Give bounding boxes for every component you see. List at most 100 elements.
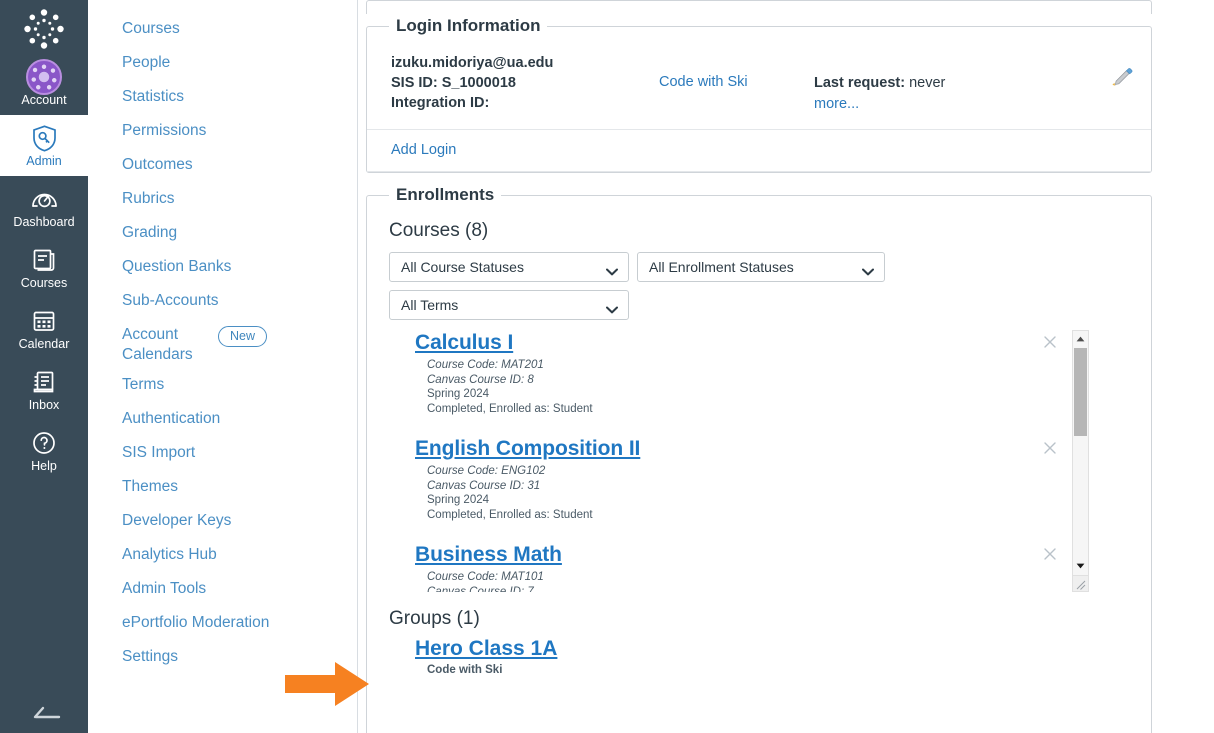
- pencil-icon[interactable]: [1111, 67, 1133, 94]
- global-nav-label-dashboard: Dashboard: [13, 215, 75, 229]
- add-login-row: Add Login: [367, 130, 1151, 172]
- canvas-logo[interactable]: [19, 4, 69, 54]
- course-enrollment-item: English Composition II Course Code: ENG1…: [389, 436, 1066, 542]
- global-nav-label-calendar: Calendar: [18, 337, 70, 351]
- scrollbar-thumb[interactable]: [1074, 348, 1087, 436]
- course-enrollment-item: Calculus I Course Code: MAT201 Canvas Co…: [389, 330, 1066, 436]
- canvas-course-id: Canvas Course ID: 7: [427, 585, 534, 593]
- enrollments-legend: Enrollments: [389, 185, 502, 205]
- global-nav-item-courses[interactable]: Courses: [0, 237, 88, 298]
- login-row: izuku.midoriya@ua.edu SIS ID: S_1000018 …: [367, 41, 1151, 130]
- login-information-section: Login Information izuku.midoriya@ua.edu …: [366, 16, 1152, 173]
- chevron-down-icon: [606, 301, 618, 314]
- canvas-course-id: Canvas Course ID: 8: [427, 373, 534, 386]
- acct-nav-item-courses[interactable]: Courses: [88, 12, 357, 46]
- courses-heading: Courses (8): [389, 220, 489, 241]
- enrollment-status-value: All Enrollment Statuses: [649, 259, 794, 275]
- acct-nav-item-question-banks[interactable]: Question Banks: [88, 250, 357, 284]
- remove-enrollment-icon[interactable]: [1042, 440, 1058, 456]
- group-enrollment-item: Hero Class 1A Code with Ski: [367, 636, 1151, 676]
- course-term: Spring 2024: [427, 494, 490, 506]
- global-nav-item-inbox[interactable]: Inbox: [0, 359, 88, 420]
- group-title-link[interactable]: Hero Class 1A: [415, 637, 557, 660]
- acct-nav-item-developer-keys[interactable]: Developer Keys: [88, 504, 357, 538]
- collapse-nav-button[interactable]: [0, 697, 88, 731]
- enrollments-section: Enrollments Courses (8) All Course Statu…: [366, 185, 1152, 733]
- login-last-request-cell: Last request: never more...: [814, 53, 1089, 115]
- login-email: izuku.midoriya@ua.edu: [391, 55, 554, 71]
- global-nav-label-courses: Courses: [20, 276, 68, 290]
- course-title-link[interactable]: English Composition II: [415, 437, 640, 460]
- global-nav-item-calendar[interactable]: Calendar: [0, 298, 88, 359]
- last-request-label: Last request:: [814, 75, 906, 91]
- acct-nav-label: Permissions: [122, 122, 207, 139]
- course-status-select[interactable]: All Course Statuses: [389, 252, 629, 282]
- acct-nav-item-sub-accounts[interactable]: Sub-Accounts: [88, 284, 357, 318]
- course-status: Completed, Enrolled as: Student: [427, 508, 593, 521]
- acct-nav-item-rubrics[interactable]: Rubrics: [88, 182, 357, 216]
- course-enrollment-item: Business Math Course Code: MAT101 Canvas…: [389, 542, 1066, 592]
- last-request-value: never: [909, 75, 946, 91]
- inbox-icon: [32, 368, 56, 396]
- acct-nav-label: Account Calendars: [122, 326, 193, 363]
- user-details-fieldset-partial: [366, 0, 1152, 14]
- acct-nav-item-statistics[interactable]: Statistics: [88, 80, 357, 114]
- acct-nav-item-account-calendars[interactable]: Account Calendars New: [88, 318, 357, 368]
- acct-nav-label: Courses: [122, 20, 180, 37]
- acct-nav-item-settings[interactable]: Settings: [88, 640, 357, 674]
- last-request-more-link[interactable]: more...: [814, 96, 859, 112]
- course-title-link[interactable]: Calculus I: [415, 331, 513, 354]
- global-nav-item-help[interactable]: Help: [0, 420, 88, 481]
- scroll-up-icon[interactable]: [1073, 331, 1088, 346]
- acct-nav-item-sis-import[interactable]: SIS Import: [88, 436, 357, 470]
- acct-nav-item-people[interactable]: People: [88, 46, 357, 80]
- new-badge: New: [218, 326, 268, 347]
- login-information-legend: Login Information: [389, 16, 548, 36]
- acct-nav-label: Statistics: [122, 88, 185, 105]
- course-details: Course Code: MAT201 Canvas Course ID: 8 …: [415, 356, 1066, 416]
- acct-nav-item-themes[interactable]: Themes: [88, 470, 357, 504]
- course-status: Completed, Enrolled as: Student: [427, 402, 593, 415]
- acct-nav-item-terms[interactable]: Terms: [88, 368, 357, 402]
- course-title-link[interactable]: Business Math: [415, 543, 562, 566]
- course-status-value: All Course Statuses: [401, 259, 524, 275]
- login-account-link[interactable]: Code with Ski: [659, 74, 748, 90]
- acct-nav-label: Admin Tools: [122, 580, 207, 597]
- acct-nav-item-grading[interactable]: Grading: [88, 216, 357, 250]
- enrollment-status-select[interactable]: All Enrollment Statuses: [637, 252, 885, 282]
- groups-heading: Groups (1): [389, 608, 480, 629]
- acct-nav-label: SIS Import: [122, 444, 196, 461]
- acct-nav-label: Terms: [122, 376, 165, 393]
- acct-nav-label: Settings: [122, 648, 179, 665]
- global-nav-item-account[interactable]: Account: [0, 54, 88, 115]
- remove-enrollment-icon[interactable]: [1042, 334, 1058, 350]
- resize-handle[interactable]: [1073, 575, 1088, 591]
- login-integration-id: Integration ID:: [391, 95, 490, 111]
- acct-nav-item-admin-tools[interactable]: Admin Tools: [88, 572, 357, 606]
- acct-nav-label: Sub-Accounts: [122, 292, 219, 309]
- acct-nav-label: Analytics Hub: [122, 546, 217, 563]
- page-root: Account Admin Dashboard Courses Calendar…: [0, 0, 1214, 733]
- canvas-course-id: Canvas Course ID: 31: [427, 479, 541, 492]
- course-term: Spring 2024: [427, 388, 490, 400]
- remove-enrollment-icon[interactable]: [1042, 546, 1058, 562]
- acct-nav-item-analytics-hub[interactable]: Analytics Hub: [88, 538, 357, 572]
- global-navigation: Account Admin Dashboard Courses Calendar…: [0, 0, 88, 733]
- book-icon: [32, 246, 56, 274]
- global-nav-label-help: Help: [31, 459, 57, 473]
- acct-nav-item-outcomes[interactable]: Outcomes: [88, 148, 357, 182]
- acct-nav-item-eportfolio-moderation[interactable]: ePortfolio Moderation: [88, 606, 357, 640]
- acct-nav-label: Themes: [122, 478, 178, 495]
- enrollments-scrollbar[interactable]: [1072, 330, 1089, 592]
- global-nav-item-dashboard[interactable]: Dashboard: [0, 176, 88, 237]
- enrollments-list: Calculus I Course Code: MAT201 Canvas Co…: [389, 330, 1072, 592]
- add-login-link[interactable]: Add Login: [391, 142, 456, 158]
- scroll-down-icon[interactable]: [1073, 558, 1088, 573]
- acct-nav-item-permissions[interactable]: Permissions: [88, 114, 357, 148]
- term-select[interactable]: All Terms: [389, 290, 629, 320]
- acct-nav-label: Grading: [122, 224, 178, 241]
- acct-nav-label: Authentication: [122, 410, 221, 427]
- global-nav-item-admin[interactable]: Admin: [0, 115, 88, 176]
- acct-nav-item-authentication[interactable]: Authentication: [88, 402, 357, 436]
- login-actions: [1089, 53, 1133, 94]
